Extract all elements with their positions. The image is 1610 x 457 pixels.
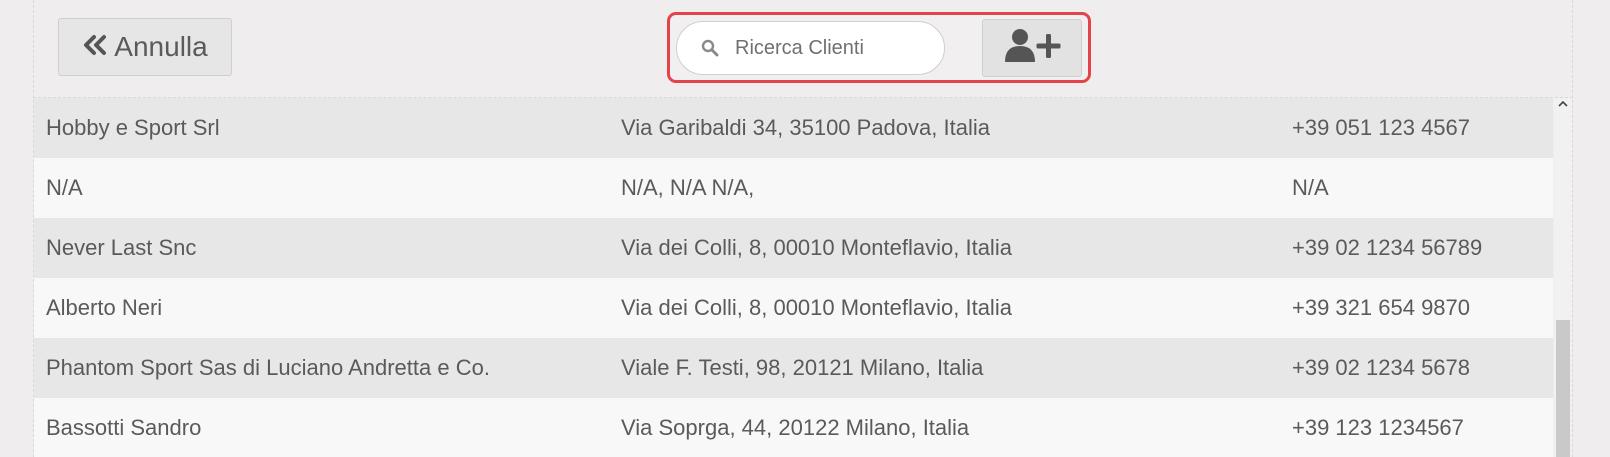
table-row[interactable]: Bassotti Sandro Via Soprga, 44, 20122 Mi…: [34, 398, 1553, 457]
customer-phone: +39 321 654 9870: [1292, 295, 1471, 320]
cancel-label: Annulla: [114, 31, 208, 62]
scrollbar-thumb[interactable]: [1556, 320, 1570, 457]
customer-address: Viale F. Testi, 98, 20121 Milano, Italia: [621, 355, 984, 380]
user-plus-icon: [1002, 28, 1062, 69]
add-customer-button[interactable]: [982, 19, 1082, 77]
customer-address: Via Garibaldi 34, 35100 Padova, Italia: [621, 115, 990, 140]
table-row[interactable]: N/A N/A, N/A N/A, N/A: [34, 158, 1553, 218]
cancel-button[interactable]: Annulla: [58, 18, 232, 76]
customer-address: Via dei Colli, 8, 00010 Monteflavio, Ita…: [621, 295, 1012, 320]
customer-name: Never Last Snc: [46, 235, 197, 260]
customer-name: Hobby e Sport Srl: [46, 115, 220, 140]
double-chevron-left-icon: [82, 31, 108, 63]
table-row[interactable]: Alberto Neri Via dei Colli, 8, 00010 Mon…: [34, 278, 1553, 338]
customer-address: Via dei Colli, 8, 00010 Monteflavio, Ita…: [621, 235, 1012, 260]
customer-phone: +39 02 1234 56789: [1292, 235, 1483, 260]
customer-phone: +39 02 1234 5678: [1292, 355, 1471, 380]
customer-name: N/A: [46, 175, 83, 200]
customer-phone: +39 123 1234567: [1292, 415, 1464, 440]
customer-phone: N/A: [1292, 175, 1329, 200]
search-input[interactable]: [735, 36, 935, 60]
customer-name: Phantom Sport Sas di Luciano Andretta e …: [46, 355, 490, 380]
customer-address: N/A, N/A N/A,: [621, 175, 755, 200]
table-scrollbar[interactable]: [1554, 98, 1572, 457]
chevron-up-icon[interactable]: [1554, 100, 1572, 114]
search-icon: [701, 39, 719, 57]
customer-table: Hobby e Sport Srl Via Garibaldi 34, 3510…: [34, 98, 1553, 457]
customer-name: Alberto Neri: [46, 295, 163, 320]
table-row[interactable]: Hobby e Sport Srl Via Garibaldi 34, 3510…: [34, 98, 1553, 158]
table-row[interactable]: Phantom Sport Sas di Luciano Andretta e …: [34, 338, 1553, 398]
customer-phone: +39 051 123 4567: [1292, 115, 1471, 140]
customer-name: Bassotti Sandro: [46, 415, 202, 440]
table-row[interactable]: Never Last Snc Via dei Colli, 8, 00010 M…: [34, 218, 1553, 278]
customer-search-box[interactable]: [676, 21, 945, 75]
customer-address: Via Soprga, 44, 20122 Milano, Italia: [621, 415, 970, 440]
